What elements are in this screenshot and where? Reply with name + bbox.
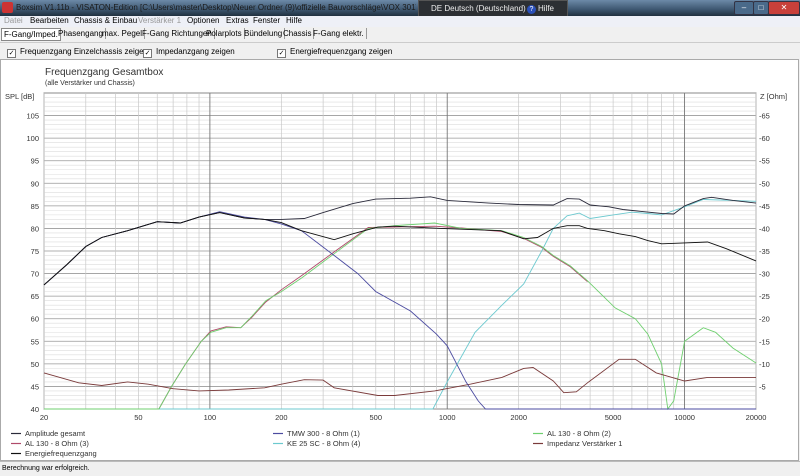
menu-bar: Datei Bearbeiten Chassis & Einbau Verstä… (0, 16, 800, 27)
y2-tick-label: -30 (759, 270, 770, 279)
language-selector[interactable]: DE Deutsch (Deutschland) (431, 4, 526, 13)
help-label: Hilfe (538, 4, 555, 13)
legend-label: TMW 300 - 8 Ohm (1) (287, 429, 360, 438)
tab-chassis[interactable]: Chassis (281, 28, 315, 39)
tab-fgang-imped[interactable]: F-Gang/Imped. (1, 28, 61, 41)
x-tick-label: 10000 (674, 413, 695, 422)
options-row: ✓ Frequenzgang Einzelchassis zeigen ✓ Impe… (0, 42, 800, 59)
x-tick-label: 200 (275, 413, 288, 422)
y-tick-label: 80 (31, 224, 39, 233)
status-bar: Berechnung war erfolgreich. (0, 461, 800, 476)
tab-polarplots[interactable]: Polarplots (204, 28, 245, 39)
status-text: Berechnung war erfolgreich. (2, 465, 90, 472)
y2-tick-label: -35 (759, 247, 770, 256)
menu-datei[interactable]: Datei (4, 16, 23, 25)
x-tick-label: 20000 (746, 413, 767, 422)
menu-verstaerker[interactable]: Verstärker 1 (138, 16, 181, 25)
y-tick-label: 100 (26, 134, 39, 143)
y-tick-label: 85 (31, 202, 39, 211)
menu-optionen[interactable]: Optionen (187, 16, 219, 25)
x-tick-label: 500 (370, 413, 383, 422)
menu-fenster[interactable]: Fenster (253, 16, 280, 25)
x-tick-label: 2000 (510, 413, 527, 422)
title-bar: Boxsim V1.11b - VISATON-Edition [C:\User… (0, 0, 800, 16)
tab-buendelung[interactable]: Bündelung (242, 28, 286, 39)
legend-label: Amplitude gesamt (25, 429, 86, 438)
y-axis-label: SPL [dB] (5, 92, 34, 101)
y-tick-label: 40 (31, 405, 39, 414)
legend-label: Energiefrequenzgang (25, 449, 97, 458)
y-tick-label: 60 (31, 315, 39, 324)
checkbox-impedanz[interactable]: ✓ Impedanzgang zeigen (143, 47, 235, 58)
y2-tick-label: -60 (759, 134, 770, 143)
y2-axis-label: Z [Ohm] (760, 92, 787, 101)
y-tick-label: 55 (31, 337, 39, 346)
checkbox-energie[interactable]: ✓ Energiefrequenzgang zeigen (277, 47, 392, 58)
x-tick-label: 100 (204, 413, 217, 422)
checkbox-label: Frequenzgang Einzelchassis zeigen (20, 47, 149, 56)
y-tick-label: 95 (31, 157, 39, 166)
y-tick-label: 45 (31, 382, 39, 391)
y-tick-label: 50 (31, 360, 39, 369)
checkbox-icon[interactable]: ✓ (7, 49, 16, 58)
y-tick-label: 75 (31, 247, 39, 256)
y2-tick-label: -15 (759, 337, 770, 346)
chart-panel: Frequenzgang Gesamtbox (alle Verstärker … (0, 59, 799, 461)
y2-tick-label: -25 (759, 292, 770, 301)
language-help-button[interactable]: ? Hilfe (527, 4, 554, 14)
checkbox-icon[interactable]: ✓ (143, 49, 152, 58)
checkbox-label: Energiefrequenzgang zeigen (290, 47, 393, 56)
help-icon: ? (527, 5, 536, 14)
legend-label: AL 130 - 8 Ohm (3) (25, 439, 89, 448)
tab-phasengang[interactable]: Phasengang (56, 28, 106, 39)
menu-chassis-einbau[interactable]: Chassis & Einbau (74, 16, 137, 25)
legend-label: KE 25 SC - 8 Ohm (4) (287, 439, 361, 448)
window-title: Boxsim V1.11b - VISATON-Edition [C:\User… (16, 3, 416, 12)
x-tick-label: 50 (134, 413, 142, 422)
chart-subtitle: (alle Verstärker und Chassis) (45, 80, 135, 87)
frequency-response-chart: Frequenzgang Gesamtbox (alle Verstärker … (5, 67, 787, 458)
x-tick-label: 5000 (605, 413, 622, 422)
menu-hilfe[interactable]: Hilfe (286, 16, 302, 25)
y-tick-label: 70 (31, 270, 39, 279)
y-tick-label: 105 (26, 112, 39, 121)
y2-tick-label: -10 (759, 360, 770, 369)
tab-bar: F-Gang/Imped. Phasengang max. Pegel F-Ga… (0, 27, 800, 41)
y2-tick-label: -5 (759, 382, 766, 391)
minimize-button[interactable]: – (734, 1, 754, 15)
x-tick-label: 1000 (439, 413, 456, 422)
checkbox-icon[interactable]: ✓ (277, 49, 286, 58)
y2-tick-label: -45 (759, 202, 770, 211)
chart-title: Frequenzgang Gesamtbox (45, 67, 163, 78)
tab-fgang-elektr[interactable]: F-Gang elektr. (311, 28, 367, 39)
y2-tick-label: -40 (759, 224, 770, 233)
y2-tick-label: -50 (759, 179, 770, 188)
y2-tick-label: -65 (759, 112, 770, 121)
y2-tick-label: -20 (759, 315, 770, 324)
tab-max-pegel[interactable]: max. Pegel (100, 28, 146, 39)
x-tick-label: 20 (40, 413, 48, 422)
legend-label: Impedanz Verstärker 1 (547, 439, 622, 448)
checkbox-einzelchassis[interactable]: ✓ Frequenzgang Einzelchassis zeigen (7, 47, 148, 58)
menu-bearbeiten[interactable]: Bearbeiten (30, 16, 69, 25)
app-icon (2, 2, 13, 13)
menu-extras[interactable]: Extras (226, 16, 249, 25)
legend-label: AL 130 - 8 Ohm (2) (547, 429, 611, 438)
y-tick-label: 65 (31, 292, 39, 301)
y-tick-label: 90 (31, 179, 39, 188)
maximize-button[interactable]: □ (753, 1, 769, 15)
checkbox-label: Impedanzgang zeigen (156, 47, 235, 56)
close-button[interactable]: ✕ (768, 1, 800, 15)
y2-tick-label: -55 (759, 157, 770, 166)
